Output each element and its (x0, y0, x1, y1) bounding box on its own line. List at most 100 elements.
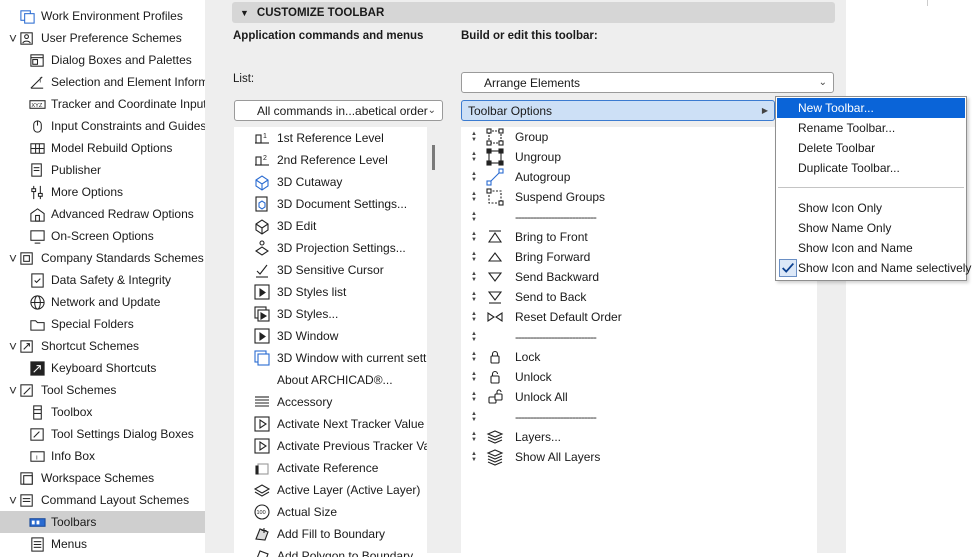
tree-item[interactable]: Advanced Redraw Options (0, 203, 205, 225)
tree-item[interactable]: More Options (0, 181, 205, 203)
toolbar-item[interactable]: ▲ ▼ Bring to Front (461, 227, 817, 247)
command-list-item[interactable]: 100 Actual Size (234, 501, 427, 523)
toolbar-item[interactable]: ▲ ▼ Suspend Groups (461, 187, 817, 207)
menu-item[interactable]: Show Icon Only (777, 198, 965, 218)
toolbar-separator-item[interactable]: ▲ ▼ --------------------------- (461, 407, 817, 427)
menu-item[interactable]: Duplicate Toolbar... (777, 158, 965, 178)
tree-item[interactable]: Publisher (0, 159, 205, 181)
commands-list[interactable]: 1 1st Reference Level 2 2nd Reference Level… (234, 127, 427, 557)
toolbar-item[interactable]: ▲ ▼ Group (461, 127, 817, 147)
command-list-item[interactable]: 2 2nd Reference Level (234, 149, 427, 171)
drag-handle-icon[interactable]: ▲ ▼ (469, 131, 479, 143)
toolbar-item[interactable]: ▲ ▼ Layers... (461, 427, 817, 447)
tree-item[interactable]: ˅ User Preference Schemes (0, 27, 205, 49)
collapse-triangle-icon[interactable]: ▼ (240, 8, 249, 18)
tree-item[interactable]: Toolbars (0, 511, 205, 533)
toolbar-items-list[interactable]: ▲ ▼ Group ▲ ▼ Ungroup ▲ ▼ Autogroup ▲ ▼ Suspend Gro… (461, 127, 817, 557)
tree-item[interactable]: ˅ Tool Schemes (0, 379, 205, 401)
tree-item[interactable]: ˅ Command Layout Schemes (0, 489, 205, 511)
tree-item[interactable]: On-Screen Options (0, 225, 205, 247)
drag-handle-icon[interactable]: ▲ ▼ (469, 431, 479, 443)
tree-item[interactable]: ˅ Shortcut Schemes (0, 335, 205, 357)
command-list-item[interactable]: 3D Document Settings... (234, 193, 427, 215)
drag-handle-icon[interactable]: ▲ ▼ (469, 291, 479, 303)
menu-item[interactable]: Show Name Only (777, 218, 965, 238)
commands-list-scrollbar[interactable] (432, 145, 435, 170)
toolbar-item[interactable]: ▲ ▼ Send to Back (461, 287, 817, 307)
toolbar-options-button[interactable]: Toolbar Options ▶ (461, 100, 775, 121)
menu-item[interactable]: Delete Toolbar (777, 138, 965, 158)
tree-item[interactable]: Special Folders (0, 313, 205, 335)
drag-handle-icon[interactable]: ▲ ▼ (469, 191, 479, 203)
toolbar-item[interactable]: ▲ ▼ Lock (461, 347, 817, 367)
command-list-item[interactable]: 3D Cutaway (234, 171, 427, 193)
chevron-down-icon[interactable]: ˅ (7, 489, 19, 511)
command-list-item[interactable]: 1 1st Reference Level (234, 127, 427, 149)
command-list-item[interactable]: 3D Projection Settings... (234, 237, 427, 259)
list-filter-select[interactable]: All commands in...abetical order ⌄ (234, 100, 443, 121)
drag-handle-icon[interactable]: ▲ ▼ (469, 331, 479, 343)
toolbar-item[interactable]: ▲ ▼ Reset Default Order (461, 307, 817, 327)
command-list-item[interactable]: 3D Edit (234, 215, 427, 237)
tree-item[interactable]: Model Rebuild Options (0, 137, 205, 159)
command-list-item[interactable]: 3D Styles list (234, 281, 427, 303)
toolbar-separator-item[interactable]: ▲ ▼ --------------------------- (461, 207, 817, 227)
drag-handle-icon[interactable]: ▲ ▼ (469, 391, 479, 403)
tree-item[interactable]: Dialog Boxes and Palettes (0, 49, 205, 71)
chevron-down-icon[interactable]: ˅ (7, 27, 19, 49)
menu-item[interactable]: Show Icon and Name selectively (777, 258, 971, 278)
drag-handle-icon[interactable]: ▲ ▼ (469, 351, 479, 363)
command-list-item[interactable]: Active Layer (Active Layer) (234, 479, 427, 501)
tree-item[interactable]: Network and Update (0, 291, 205, 313)
tree-item[interactable]: Data Safety & Integrity (0, 269, 205, 291)
toolbar-item[interactable]: ▲ ▼ Ungroup (461, 147, 817, 167)
drag-handle-icon[interactable]: ▲ ▼ (469, 411, 479, 423)
tree-item[interactable]: Input Constraints and Guides (0, 115, 205, 137)
tree-item[interactable]: ˅ Company Standards Schemes (0, 247, 205, 269)
toolbar-item[interactable]: ▲ ▼ Unlock (461, 367, 817, 387)
toolbar-item[interactable]: ▲ ▼ Bring Forward (461, 247, 817, 267)
command-list-item[interactable]: 3D Window (234, 325, 427, 347)
command-list-item[interactable]: Accessory (234, 391, 427, 413)
drag-handle-icon[interactable]: ▲ ▼ (469, 231, 479, 243)
tree-item[interactable]: Menus (0, 533, 205, 553)
command-list-item[interactable]: Activate Next Tracker Value (234, 413, 427, 435)
menu-item[interactable]: Show Icon and Name (777, 238, 965, 258)
tree-item[interactable]: Keyboard Shortcuts (0, 357, 205, 379)
drag-handle-icon[interactable]: ▲ ▼ (469, 371, 479, 383)
command-list-item[interactable]: 3D Window with current settings (234, 347, 427, 369)
tree-item[interactable]: XYZ Tracker and Coordinate Input (0, 93, 205, 115)
drag-handle-icon[interactable]: ▲ ▼ (469, 251, 479, 263)
drag-handle-icon[interactable]: ▲ ▼ (469, 211, 479, 223)
drag-handle-icon[interactable]: ▲ ▼ (469, 271, 479, 283)
command-list-item[interactable]: Activate Reference (234, 457, 427, 479)
toolbar-item[interactable]: ▲ ▼ Show All Layers (461, 447, 817, 467)
toolbar-item[interactable]: ▲ ▼ Send Backward (461, 267, 817, 287)
command-list-item[interactable]: About ARCHICAD®... (234, 369, 427, 391)
tree-splitter[interactable] (205, 0, 222, 553)
tree-item[interactable]: i Info Box (0, 445, 205, 467)
menu-item[interactable]: Rename Toolbar... (777, 118, 965, 138)
tree-item[interactable]: Toolbox (0, 401, 205, 423)
tree-item[interactable]: Workspace Schemes (0, 467, 205, 489)
toolbar-separator-item[interactable]: ▲ ▼ --------------------------- (461, 327, 817, 347)
command-list-item[interactable]: Activate Previous Tracker Value (234, 435, 427, 457)
command-list-item[interactable]: Add Polygon to Boundary (234, 545, 427, 557)
toolbar-select[interactable]: Arrange Elements ⌄ (461, 72, 834, 93)
drag-handle-icon[interactable]: ▲ ▼ (469, 451, 479, 463)
section-header[interactable]: ▼ CUSTOMIZE TOOLBAR (232, 2, 835, 23)
toolbar-item[interactable]: ▲ ▼ Autogroup (461, 167, 817, 187)
tree-item[interactable]: Work Environment Profiles (0, 5, 205, 27)
tree-item[interactable]: Tool Settings Dialog Boxes (0, 423, 205, 445)
toolbar-item[interactable]: ▲ ▼ Unlock All (461, 387, 817, 407)
chevron-down-icon[interactable]: ˅ (7, 335, 19, 357)
drag-handle-icon[interactable]: ▲ ▼ (469, 311, 479, 323)
tree-item[interactable]: i Selection and Element Information (0, 71, 205, 93)
drag-handle-icon[interactable]: ▲ ▼ (469, 151, 479, 163)
command-list-item[interactable]: Add Fill to Boundary (234, 523, 427, 545)
chevron-down-icon[interactable]: ˅ (7, 379, 19, 401)
drag-handle-icon[interactable]: ▲ ▼ (469, 171, 479, 183)
chevron-down-icon[interactable]: ˅ (7, 247, 19, 269)
menu-item[interactable]: New Toolbar... (777, 98, 965, 118)
command-list-item[interactable]: 3D Styles... (234, 303, 427, 325)
